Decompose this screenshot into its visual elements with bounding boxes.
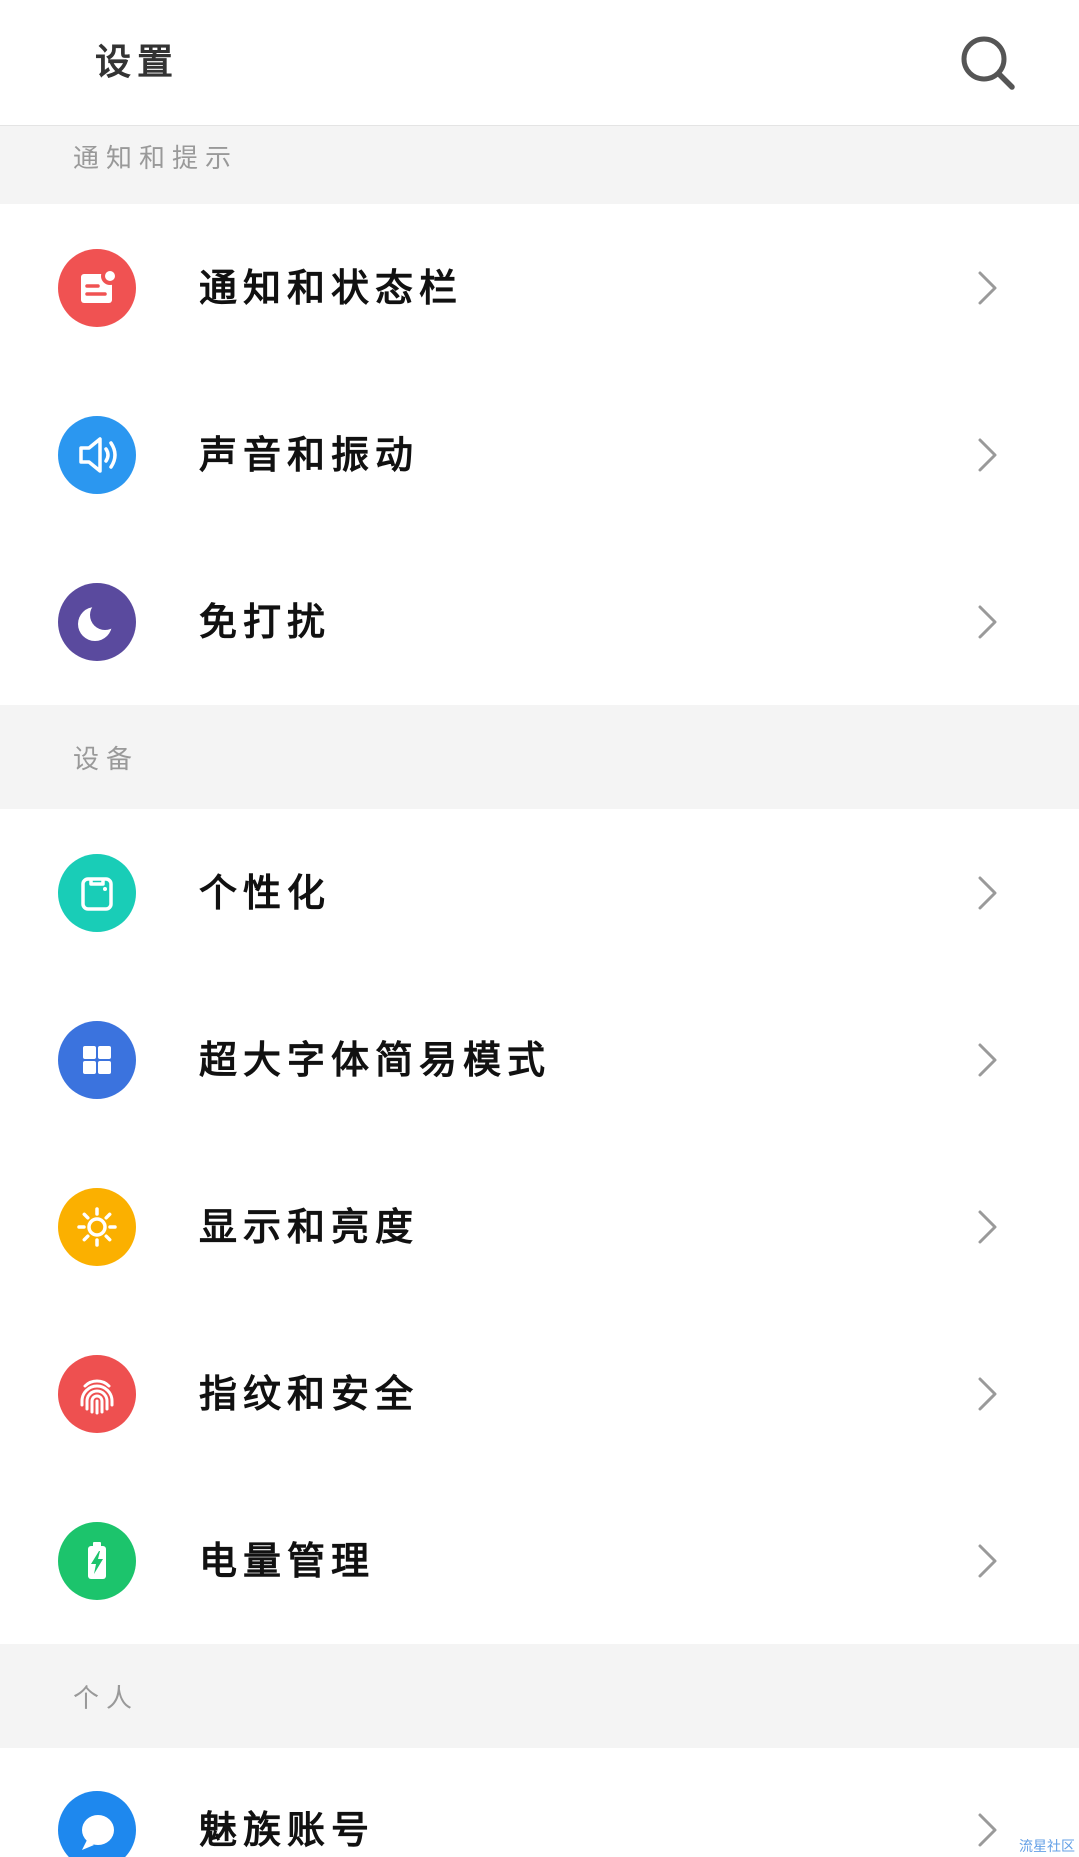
settings-item-label: 声音和振动 (199, 432, 420, 477)
personalization-icon (58, 853, 136, 932)
notification-icon (58, 248, 136, 327)
section-title: 个人 (73, 1684, 140, 1714)
section-title: 通知和提示 (73, 144, 239, 174)
watermark: 流星社区 (1019, 1839, 1075, 1855)
settings-item-label: 免打扰 (199, 599, 332, 644)
chevron-right-icon (978, 271, 997, 304)
chevron-right-icon (978, 1377, 997, 1410)
settings-item-label: 显示和亮度 (199, 1204, 420, 1249)
settings-item-fingerprint-security[interactable]: 指纹和安全 (0, 1310, 1079, 1477)
settings-item-battery-management[interactable]: 电量管理 (0, 1477, 1079, 1644)
section-header-personal: 个人 (0, 1644, 1079, 1748)
app-header: 设置 (0, 0, 1079, 126)
chevron-right-icon (978, 1813, 997, 1847)
settings-item-personalization[interactable]: 个性化 (0, 809, 1079, 976)
grid-icon (58, 1020, 136, 1099)
settings-item-label: 通知和状态栏 (199, 265, 464, 310)
settings-item-label: 电量管理 (199, 1538, 376, 1583)
chevron-right-icon (978, 605, 997, 638)
settings-item-large-font-simple-mode[interactable]: 超大字体简易模式 (0, 976, 1079, 1143)
chat-bubble-icon (58, 1791, 136, 1857)
page-title: 设置 (95, 41, 180, 83)
speaker-icon (58, 415, 136, 494)
settings-item-label: 超大字体简易模式 (199, 1037, 552, 1082)
chevron-right-icon (978, 876, 997, 909)
search-icon[interactable] (958, 33, 1018, 93)
chevron-right-icon (978, 1544, 997, 1577)
chevron-right-icon (978, 438, 997, 471)
settings-item-meizu-account[interactable]: 魅族账号 (0, 1748, 1079, 1857)
section-header-notifications: 通知和提示 (0, 126, 1079, 204)
settings-item-display-brightness[interactable]: 显示和亮度 (0, 1143, 1079, 1310)
chevron-right-icon (978, 1043, 997, 1076)
settings-item-notifications-status-bar[interactable]: 通知和状态栏 (0, 204, 1079, 371)
settings-item-sound-vibration[interactable]: 声音和振动 (0, 371, 1079, 538)
chevron-right-icon (978, 1210, 997, 1243)
section-header-device: 设备 (0, 705, 1079, 809)
settings-item-do-not-disturb[interactable]: 免打扰 (0, 538, 1079, 705)
section-title: 设备 (73, 745, 140, 775)
sun-icon (58, 1187, 136, 1266)
settings-item-label: 指纹和安全 (199, 1371, 420, 1416)
settings-item-label: 魅族账号 (199, 1808, 376, 1852)
fingerprint-icon (58, 1354, 136, 1433)
settings-item-label: 个性化 (199, 870, 332, 915)
battery-icon (58, 1521, 136, 1600)
moon-icon (58, 582, 136, 661)
